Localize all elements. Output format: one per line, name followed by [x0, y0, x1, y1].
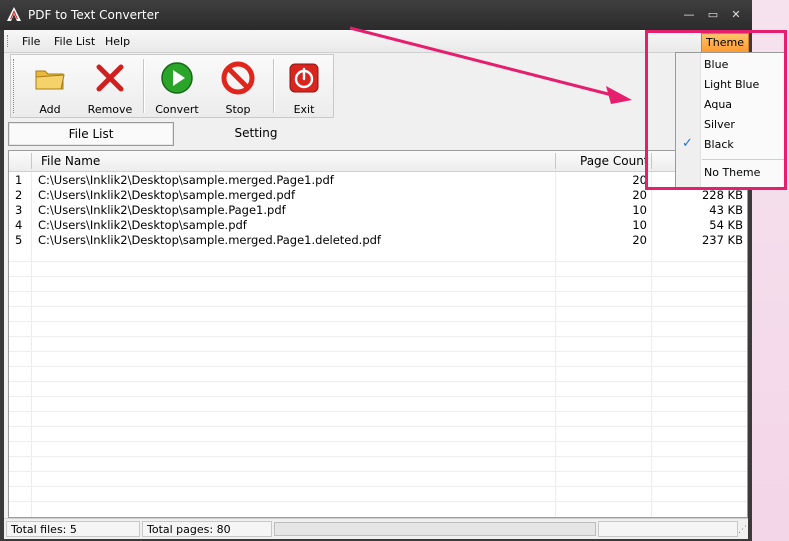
grid-line	[9, 396, 747, 397]
status-total-pages: Total pages: 80	[142, 521, 272, 537]
grid-line	[9, 261, 747, 262]
title-bar: PDF to Text Converter — ▭ ✕	[0, 0, 752, 30]
power-icon	[289, 63, 319, 93]
add-button[interactable]: Add	[17, 57, 83, 116]
grid-line	[9, 501, 747, 502]
menu-file[interactable]: File	[22, 35, 40, 48]
row-file-path: C:\Users\Inklik2\Desktop\sample.merged.P…	[38, 173, 334, 187]
stop-button[interactable]: Stop	[207, 57, 269, 116]
stop-button-label: Stop	[225, 103, 251, 116]
tab-strip: File List Setting	[4, 120, 748, 148]
tab-setting[interactable]: Setting	[176, 122, 336, 144]
grid-line	[9, 441, 747, 442]
tab-file-list[interactable]: File List	[8, 122, 174, 146]
row-file-path: C:\Users\Inklik2\Desktop\sample.pdf	[38, 218, 247, 232]
resize-grip-icon[interactable]: ⋰	[738, 525, 747, 535]
header-file-name[interactable]: File Name	[41, 154, 100, 168]
toolbar: Add Remove Convert Stop Exit	[10, 54, 334, 118]
add-button-label: Add	[39, 103, 61, 116]
exit-button[interactable]: Exit	[273, 57, 335, 116]
convert-button[interactable]: Convert	[145, 57, 209, 116]
row-file-path: C:\Users\Inklik2\Desktop\sample.Page1.pd…	[38, 203, 286, 217]
row-index: 4	[15, 218, 23, 232]
grid-line	[9, 351, 747, 352]
row-page-count: 20	[632, 233, 647, 247]
grid-line	[9, 411, 747, 412]
maximize-icon[interactable]: ▭	[706, 8, 720, 22]
exit-button-label: Exit	[293, 103, 315, 116]
header-divider	[31, 153, 32, 169]
row-page-count: 10	[632, 218, 647, 232]
row-file-size: 237 KB	[701, 233, 743, 247]
grid-line	[9, 381, 747, 382]
folder-icon	[35, 70, 65, 90]
header-divider	[555, 153, 556, 169]
app-logo-icon	[7, 7, 21, 21]
annotation-highlight-box	[645, 30, 787, 190]
toolbar-separator	[143, 59, 144, 113]
client-area: File File List Help Theme Add Remove Con…	[4, 30, 749, 539]
grid-line	[9, 291, 747, 292]
close-icon[interactable]: ✕	[729, 8, 743, 22]
menu-file-list[interactable]: File List	[54, 35, 95, 48]
status-bar: Total files: 5 Total pages: 80 ⋰	[4, 518, 748, 539]
grid-line	[9, 321, 747, 322]
row-index: 3	[15, 203, 23, 217]
grid-line	[9, 276, 747, 277]
status-panel-empty	[598, 521, 738, 537]
remove-button[interactable]: Remove	[77, 57, 143, 116]
menu-help[interactable]: Help	[105, 35, 130, 48]
menu-bar: File File List Help Theme	[4, 30, 749, 53]
minimize-icon[interactable]: —	[682, 8, 696, 22]
menu-grip	[7, 35, 11, 47]
remove-x-icon	[96, 64, 124, 92]
row-page-count: 10	[632, 203, 647, 217]
row-file-path: C:\Users\Inklik2\Desktop\sample.merged.P…	[38, 233, 381, 247]
file-list-table: File Name Page Count 1 C:\Users\Inklik2\…	[8, 150, 748, 518]
stop-icon	[221, 61, 255, 95]
table-body: 1 C:\Users\Inklik2\Desktop\sample.merged…	[9, 172, 747, 247]
grid-line	[9, 426, 747, 427]
status-total-files: Total files: 5	[6, 521, 140, 537]
header-page-count[interactable]: Page Count	[580, 154, 649, 168]
row-index: 5	[15, 233, 23, 247]
grid-line	[9, 366, 747, 367]
grid-line	[9, 336, 747, 337]
row-page-count: 20	[632, 188, 647, 202]
grid-line	[9, 456, 747, 457]
table-row[interactable]: 1 C:\Users\Inklik2\Desktop\sample.merged…	[9, 172, 747, 187]
app-window: PDF to Text Converter — ▭ ✕ File File Li…	[0, 0, 752, 541]
table-header: File Name Page Count	[9, 151, 747, 172]
row-file-path: C:\Users\Inklik2\Desktop\sample.merged.p…	[38, 188, 295, 202]
progress-bar	[274, 522, 596, 536]
grid-line	[9, 306, 747, 307]
row-index: 1	[15, 173, 23, 187]
remove-button-label: Remove	[87, 103, 133, 116]
table-row[interactable]: 3 C:\Users\Inklik2\Desktop\sample.Page1.…	[9, 202, 747, 217]
play-icon	[161, 62, 193, 94]
table-row[interactable]: 5 C:\Users\Inklik2\Desktop\sample.merged…	[9, 232, 747, 247]
table-row[interactable]: 2 C:\Users\Inklik2\Desktop\sample.merged…	[9, 187, 747, 202]
row-index: 2	[15, 188, 23, 202]
table-row[interactable]: 4 C:\Users\Inklik2\Desktop\sample.pdf 10…	[9, 217, 747, 232]
grid-line	[9, 486, 747, 487]
window-title: PDF to Text Converter	[28, 8, 159, 22]
row-file-size: 43 KB	[709, 203, 743, 217]
row-file-size: 228 KB	[701, 188, 743, 202]
grid-line	[9, 471, 747, 472]
convert-button-label: Convert	[155, 103, 199, 116]
row-file-size: 54 KB	[709, 218, 743, 232]
